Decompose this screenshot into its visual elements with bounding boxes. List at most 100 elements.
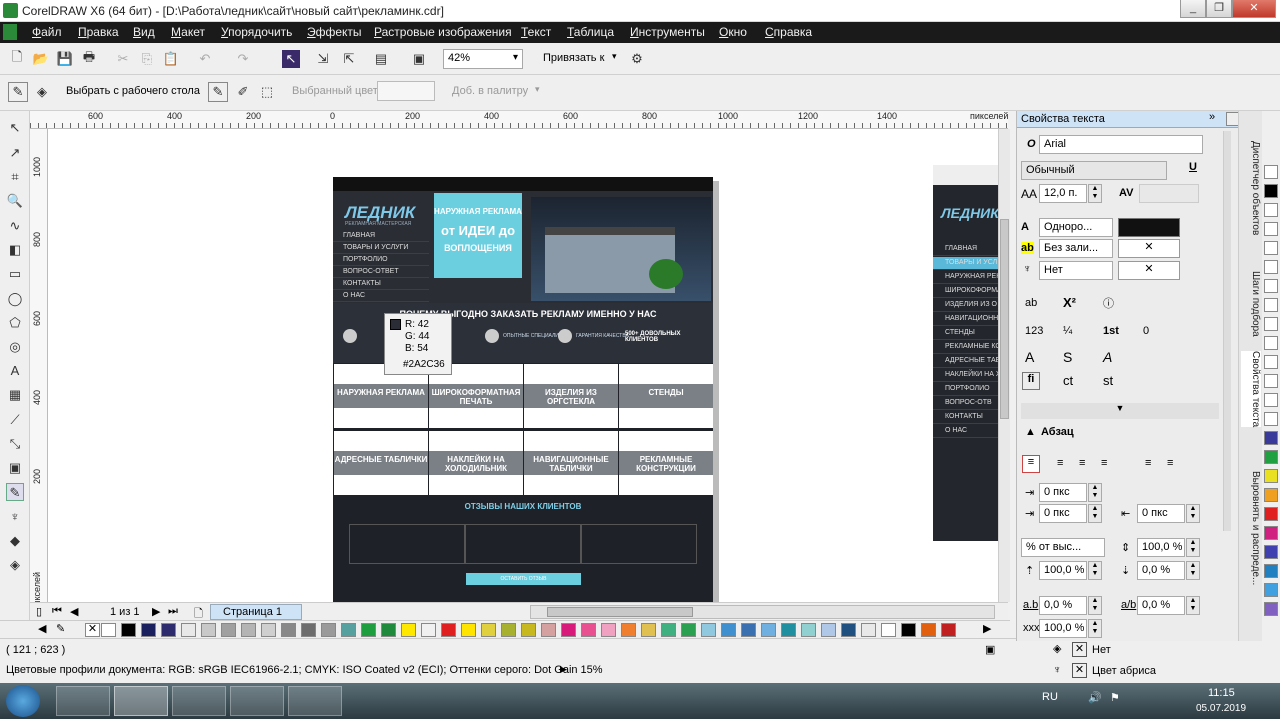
lang-spacing-input[interactable]: 100,0 % [1039,619,1087,638]
palette-swatch[interactable] [1264,184,1278,198]
service-tile[interactable]: СТЕНДЫ [619,364,713,428]
palette-swatch[interactable] [1264,469,1278,483]
parallel-dimension-icon[interactable]: ⟋ [6,411,24,429]
site-nav-item[interactable]: О НАС [333,290,429,302]
horizontal-ruler[interactable]: 600 400 200 0 200 400 600 800 1000 1200 … [30,111,1008,129]
text-fill-color-button[interactable] [1118,218,1180,237]
interactive-fill-icon[interactable]: ◈ [6,556,24,574]
align-none-icon[interactable]: ≡ [1022,455,1040,473]
menu-tools[interactable]: Инструменты [630,25,705,39]
mobile-nav-item[interactable]: ВОПРОС-ОТВ [933,397,998,410]
snap-to-dropdown[interactable]: Привязать к [543,52,604,64]
palette-swatch[interactable] [1264,298,1278,312]
sample-1x1-icon[interactable]: ✎ [208,82,228,102]
palette-swatch[interactable] [621,623,636,637]
menu-edit[interactable]: Правка [78,25,119,39]
profiles-arrow-icon[interactable]: ▶ [560,664,567,675]
menu-help[interactable]: Справка [765,25,812,39]
palette-swatch[interactable] [901,623,916,637]
indent-spinner[interactable]: ▲ ▼ [1088,504,1102,523]
mobile-nav-item[interactable]: ТОВАРЫ И УСЛ [933,257,998,270]
palette-swatch[interactable] [401,623,416,637]
clock-time[interactable]: 11:15 [1208,687,1235,699]
app-icon[interactable] [288,686,342,716]
mobile-nav-item[interactable]: СТЕНДЫ [933,327,998,340]
service-tile[interactable]: НАКЛЕЙКИ НА ХОЛОДИЛЬНИК [429,431,523,495]
stylistic-icon[interactable]: S [1063,349,1072,365]
menu-arrange[interactable]: Упорядочить [221,25,292,39]
palette-swatch[interactable] [501,623,516,637]
viber-icon[interactable] [230,686,284,716]
spacing-spinner[interactable]: ▲ ▼ [1186,538,1200,557]
palette-swatch[interactable] [1264,260,1278,274]
shape-tool-icon[interactable]: ↗ [6,144,24,162]
swash-icon[interactable]: A [1025,349,1034,365]
palette-swatch[interactable] [921,623,936,637]
historical-ligature-icon[interactable]: st [1103,373,1113,388]
palette-swatch[interactable] [341,623,356,637]
palette-swatch[interactable] [141,623,156,637]
palette-swatch[interactable] [1264,431,1278,445]
background-color-none[interactable]: ✕ [1118,239,1180,258]
underline-icon[interactable]: U [1189,161,1197,173]
palette-swatch[interactable] [1264,374,1278,388]
mobile-mockup[interactable]: ЛЕДНИК ГЛАВНАЯ ТОВАРЫ И УСЛ НАРУЖНАЯ РЕК ШИ… [933,165,998,541]
underline-style-icon[interactable]: ab [1025,297,1037,309]
palette-swatch[interactable] [381,623,396,637]
vertical-ruler[interactable]: 1000 800 600 400 200 пикселей [30,129,48,602]
expand-options-icon[interactable]: ▼ [1021,403,1219,419]
ellipse-tool-icon[interactable]: ◯ [6,290,24,308]
redo-icon[interactable]: ↷ [234,50,252,68]
line-spacing-input[interactable]: 100,0 % [1137,538,1185,557]
basic-shapes-icon[interactable]: ◎ [6,338,24,356]
palette-swatch[interactable] [361,623,376,637]
first-page-icon[interactable]: ⏮ [52,605,62,618]
palette-swatch[interactable] [321,623,336,637]
palette-swatch[interactable] [581,623,596,637]
left-indent-input[interactable]: 0 пкс [1039,504,1087,523]
palette-swatch[interactable] [521,623,536,637]
export-icon[interactable]: ⇱ [340,50,358,68]
font-size-input[interactable]: 12,0 п. [1039,184,1087,203]
palette-swatch[interactable] [1264,165,1278,179]
smart-fill-icon[interactable]: ◧ [6,241,24,259]
palette-swatch[interactable] [781,623,796,637]
palette-swatch[interactable] [1264,203,1278,217]
text-outline-select[interactable]: Нет [1039,261,1113,280]
uppercase-icon[interactable]: ⓘ [1103,295,1114,311]
mobile-nav-item[interactable]: ПОРТФОЛИО [933,383,998,396]
print-icon[interactable]: 🖶 [80,49,98,68]
spacing-spinner[interactable]: ▲ ▼ [1186,561,1200,580]
table-tool-icon[interactable]: ▦ [6,386,24,404]
interactive-effects-icon[interactable]: ▣ [6,459,24,477]
horizontal-scroll-thumb[interactable] [547,607,693,617]
palette-swatch[interactable] [201,623,216,637]
fractions-icon[interactable]: ¼ [1063,325,1072,337]
palette-swatch[interactable] [121,623,136,637]
space-before-input[interactable]: 100,0 % [1039,561,1087,580]
menu-table[interactable]: Таблица [567,25,614,39]
leave-review-button[interactable]: ОСТАВИТЬ ОТЗЫВ [466,573,581,585]
select-from-desktop-button[interactable]: Выбрать с рабочего стола [66,85,200,97]
palette-swatch[interactable] [281,623,296,637]
last-page-icon[interactable]: ⏭ [168,605,178,618]
menu-file[interactable]: Файл [32,25,62,39]
palette-swatch[interactable] [1264,241,1278,255]
add-to-palette-button[interactable]: Доб. в палитру [452,85,528,97]
numerals-icon[interactable]: 123 [1025,325,1043,337]
vertical-scroll-thumb[interactable] [1000,219,1009,419]
fill-tool-icon[interactable]: ◆ [6,532,24,550]
menu-text[interactable]: Текст [521,25,551,39]
restore-button[interactable]: ❐ [1206,0,1232,18]
cut-icon[interactable]: ✂ [114,50,132,68]
palette-swatch[interactable] [221,623,236,637]
palette-swatch[interactable] [1264,450,1278,464]
site-nav-item[interactable]: ТОВАРЫ И УСЛУГИ [333,242,429,254]
font-size-spinner[interactable]: ▲ ▼ [1088,184,1102,203]
vertical-scrollbar[interactable] [998,129,1010,602]
palette-swatch[interactable] [1264,355,1278,369]
ligatures-icon[interactable]: fi [1022,372,1040,390]
clock-date[interactable]: 05.07.2019 [1196,703,1246,714]
menu-view[interactable]: Вид [133,25,155,39]
palette-swatch[interactable] [1264,317,1278,331]
